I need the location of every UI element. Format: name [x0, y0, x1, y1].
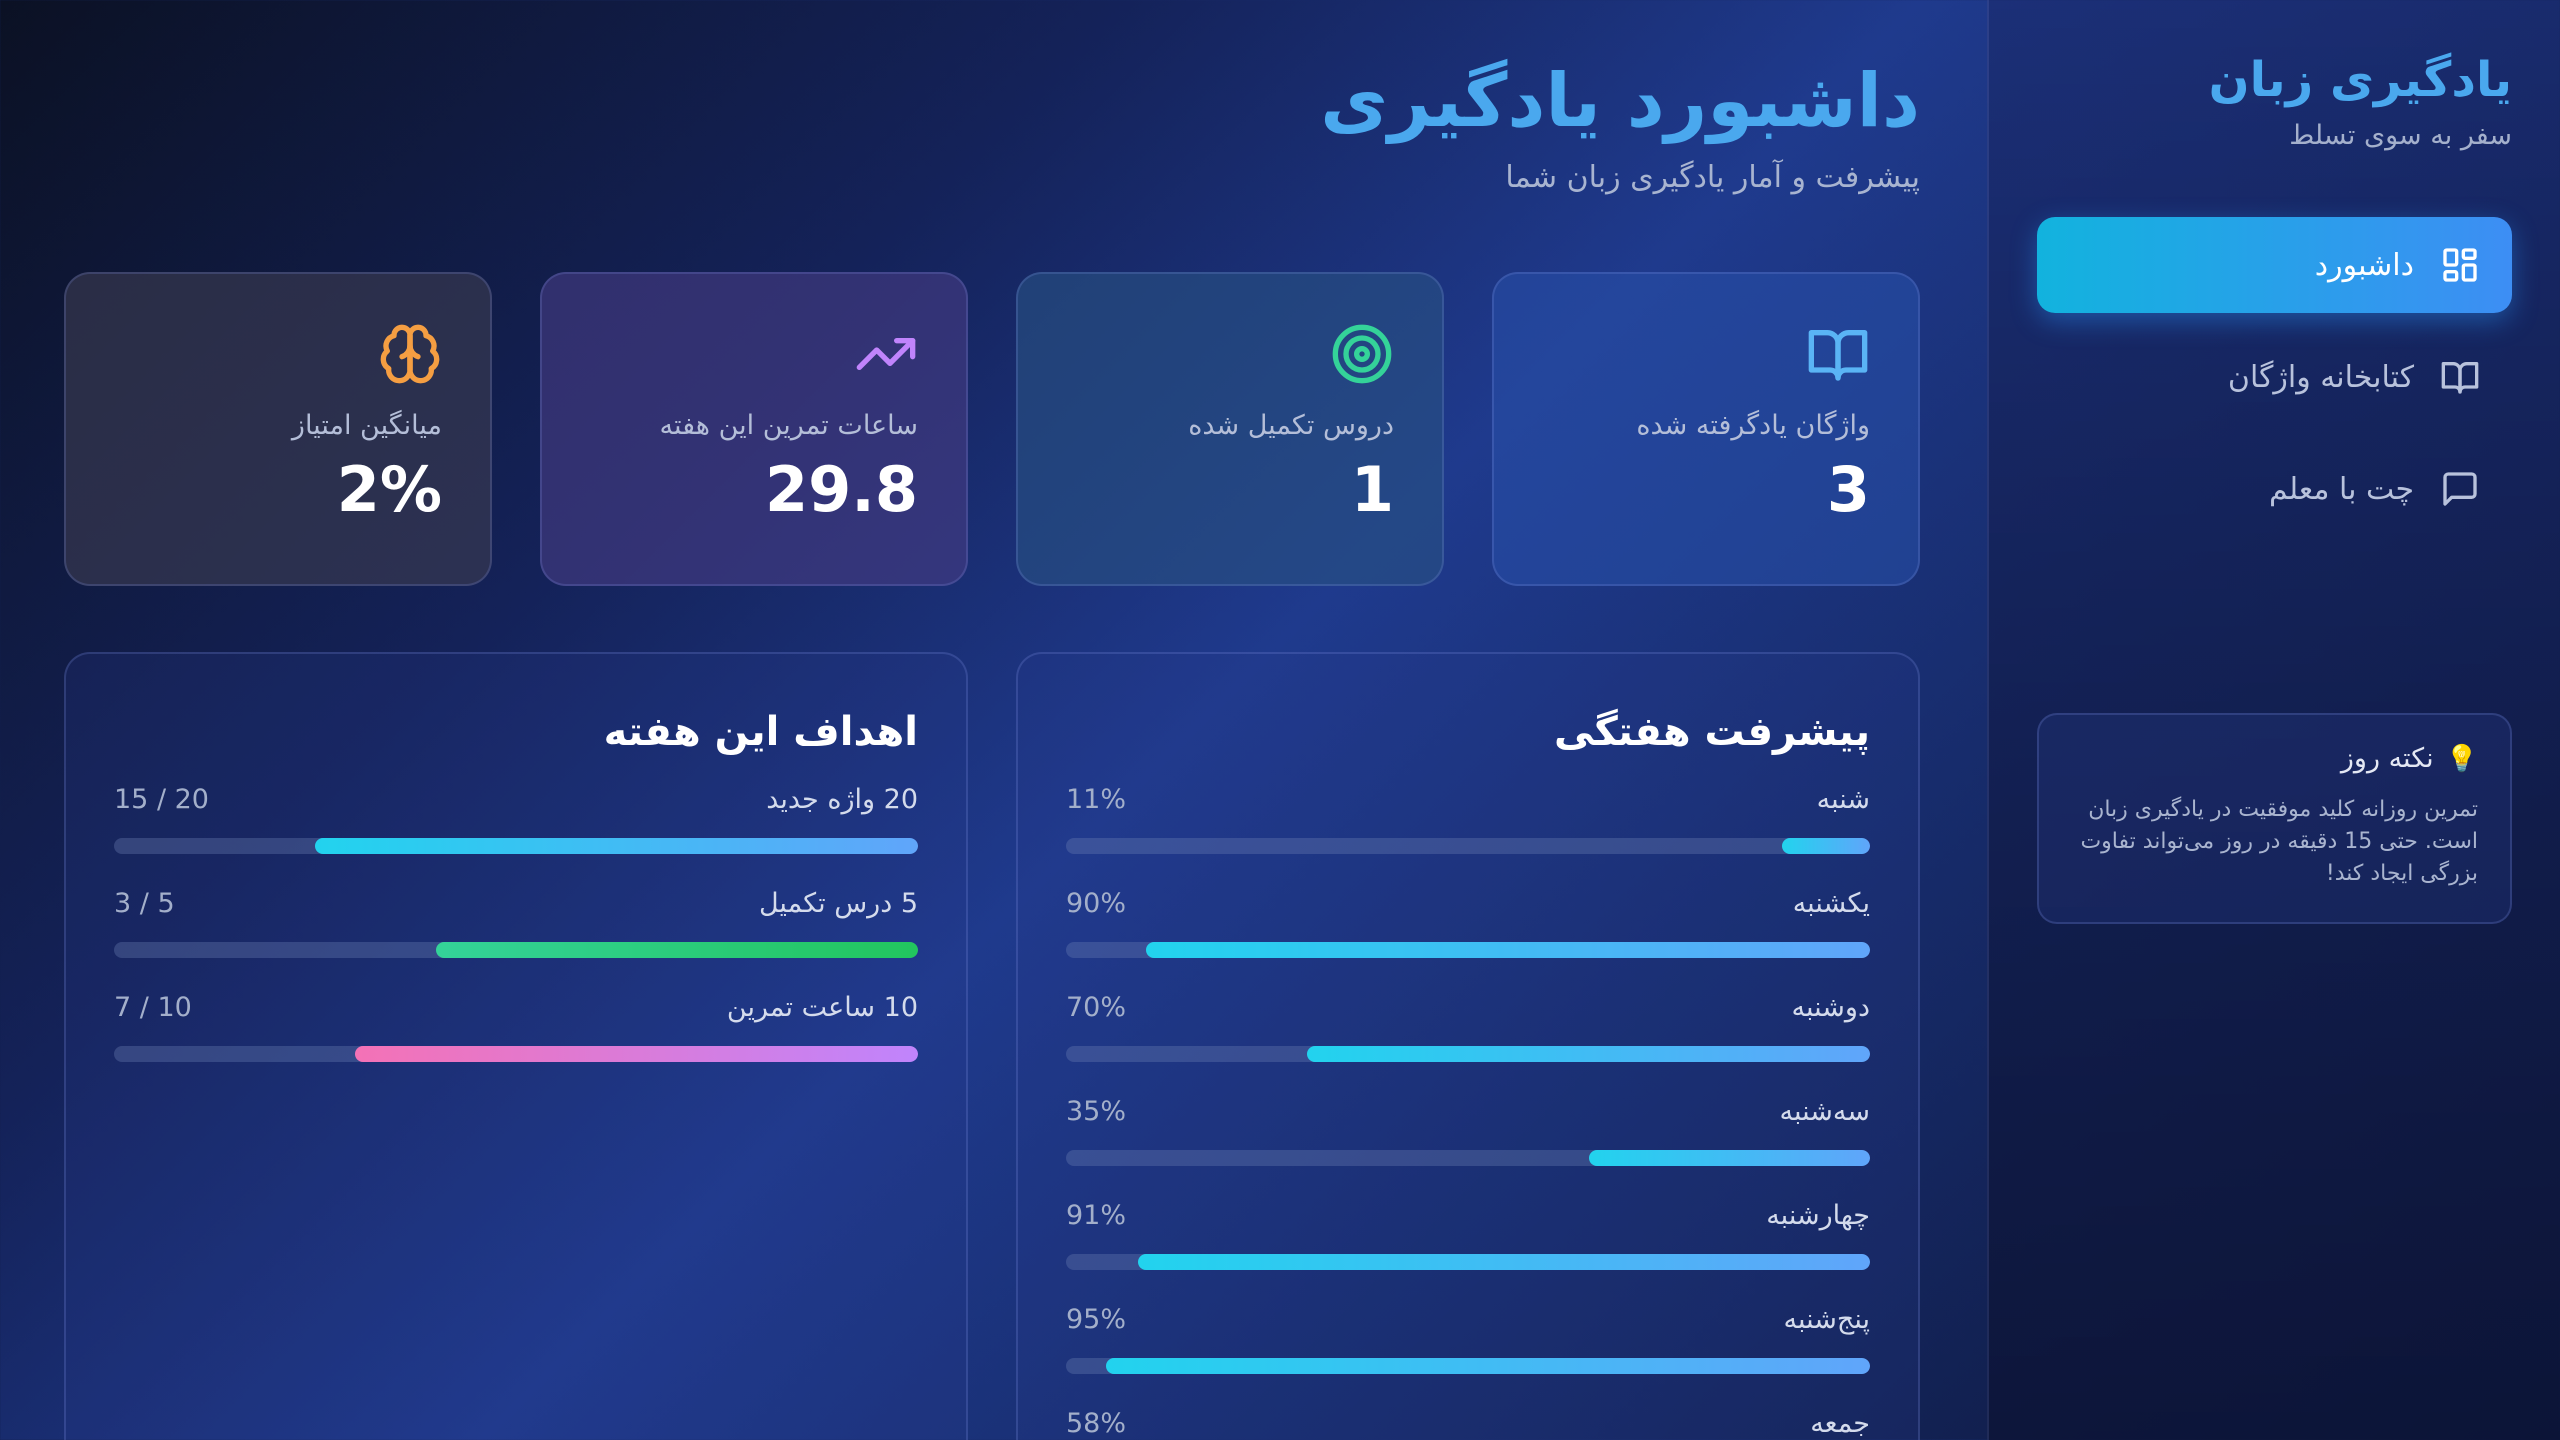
stat-card-practice-hours: ساعات تمرین این هفته 29.8 [540, 272, 968, 586]
progress-fill [1588, 1150, 1870, 1166]
day-label: سه‌شنبه [1779, 1096, 1871, 1127]
progress-track [1066, 942, 1870, 958]
goal-label: 10 ساعت تمرین [726, 992, 918, 1023]
progress-track [1066, 1254, 1870, 1270]
progress-row: جمعه 58% [1066, 1404, 1870, 1440]
progress-fill [1146, 942, 1870, 958]
percent-label: 35% [1066, 1096, 1127, 1127]
progress-fill [1106, 1358, 1870, 1374]
page-subtitle: پیشرفت و آمار یادگیری زبان شما [1505, 160, 1920, 195]
sidebar-item-label: کتابخانه واژگان [2227, 359, 2414, 395]
book-icon [1806, 322, 1870, 386]
stat-label: میانگین امتیاز [291, 410, 442, 441]
stats-row: واژگان یادگرفته شده 3 دروس تکمیل شده 1 س… [64, 272, 1920, 586]
weekly-goals-panel: اهداف این هفته 20 واژه جدید 20 / 15 5 درس… [64, 652, 968, 1440]
sidebar-item-vocabulary[interactable]: کتابخانه واژگان [2037, 329, 2512, 425]
stat-label: ساعات تمرین این هفته [659, 410, 918, 441]
day-label: جمعه [1810, 1408, 1870, 1439]
goal-track [114, 1046, 918, 1062]
goal-fill [435, 942, 918, 958]
progress-row: پنج‌شنبه 95% [1066, 1300, 1870, 1404]
goal-progress-label: 20 / 15 [114, 784, 209, 815]
dashboard-grid-icon [2440, 245, 2480, 285]
stat-value: 2% [336, 453, 442, 526]
day-label: یکشنبه [1792, 888, 1870, 919]
progress-track [1066, 1150, 1870, 1166]
percent-label: 95% [1066, 1304, 1127, 1335]
tip-title-text: نکته روز [2340, 743, 2434, 774]
brain-icon [378, 322, 442, 386]
sidebar: یادگیری زبان سفر به سوی تسلط داشبورد کتا… [1987, 0, 2560, 1440]
progress-fill [1138, 1254, 1870, 1270]
tip-title: 💡 نکته روز [2071, 743, 2478, 774]
progress-row: چهارشنبه 91% [1066, 1196, 1870, 1300]
goal-label: 20 واژه جدید [766, 784, 918, 815]
book-icon [2440, 357, 2480, 397]
progress-row: دوشنبه 70% [1066, 988, 1870, 1092]
goal-progress-label: 10 / 7 [114, 992, 192, 1023]
day-label: چهارشنبه [1766, 1200, 1870, 1231]
panel-title: پیشرفت هفتگی [1554, 709, 1870, 755]
chat-bubble-icon [2440, 469, 2480, 509]
progress-row: شنبه 11% [1066, 780, 1870, 884]
goal-row: 5 درس تکمیل 5 / 3 [114, 884, 918, 988]
percent-label: 11% [1066, 784, 1127, 815]
goal-fill [315, 838, 918, 854]
stat-value: 29.8 [765, 453, 918, 526]
tip-text: تمرین روزانه کلید موفقیت در یادگیری زبان… [2080, 797, 2478, 886]
weekly-progress-panel: پیشرفت هفتگی شنبه 11% یکشنبه 90% دوشنبه 70%… [1016, 652, 1920, 1440]
progress-row: سه‌شنبه 35% [1066, 1092, 1870, 1196]
lightbulb-icon: 💡 [2445, 743, 2478, 774]
day-label: شنبه [1816, 784, 1870, 815]
panel-title: اهداف این هفته [603, 709, 918, 755]
brand-subtitle: سفر به سوی تسلط [2289, 120, 2512, 151]
goal-progress-label: 5 / 3 [114, 888, 175, 919]
goal-row: 20 واژه جدید 20 / 15 [114, 780, 918, 884]
progress-track [1066, 1358, 1870, 1374]
progress-track [1066, 838, 1870, 854]
sidebar-item-label: چت با معلم [2268, 471, 2414, 507]
goal-row: 10 ساعت تمرین 10 / 7 [114, 988, 918, 1092]
goal-track [114, 838, 918, 854]
goal-label: 5 درس تکمیل [758, 888, 918, 919]
trending-up-icon [854, 322, 918, 386]
stat-card-lessons: دروس تکمیل شده 1 [1016, 272, 1444, 586]
sidebar-item-dashboard[interactable]: داشبورد [2037, 217, 2512, 313]
percent-label: 70% [1066, 992, 1127, 1023]
day-label: پنج‌شنبه [1783, 1304, 1870, 1335]
percent-label: 58% [1066, 1408, 1127, 1439]
progress-fill [1781, 838, 1870, 854]
day-label: دوشنبه [1791, 992, 1870, 1023]
weekly-goals-list: 20 واژه جدید 20 / 15 5 درس تکمیل 5 / 3 10 … [114, 780, 918, 1092]
goal-track [114, 942, 918, 958]
tip-of-day-card: 💡 نکته روز تمرین روزانه کلید موفقیت در ی… [2037, 713, 2512, 924]
stat-card-vocabulary: واژگان یادگرفته شده 3 [1492, 272, 1920, 586]
sidebar-nav: داشبورد کتابخانه واژگان چت با معلم [2037, 217, 2512, 537]
stat-label: واژگان یادگرفته شده [1636, 410, 1870, 441]
goal-fill [355, 1046, 918, 1062]
sidebar-item-chat[interactable]: چت با معلم [2037, 441, 2512, 537]
brand-title: یادگیری زبان [2208, 52, 2512, 108]
progress-row: یکشنبه 90% [1066, 884, 1870, 988]
stat-value: 3 [1826, 453, 1870, 526]
stat-card-average-score: میانگین امتیاز 2% [64, 272, 492, 586]
target-icon [1330, 322, 1394, 386]
stat-label: دروس تکمیل شده [1188, 410, 1394, 441]
progress-track [1066, 1046, 1870, 1062]
weekly-progress-list: شنبه 11% یکشنبه 90% دوشنبه 70% سه‌شنبه 35% چ… [1066, 780, 1870, 1440]
percent-label: 91% [1066, 1200, 1127, 1231]
page-title: داشبورد یادگیری [1320, 58, 1920, 144]
sidebar-item-label: داشبورد [2314, 247, 2414, 283]
stat-value: 1 [1350, 453, 1394, 526]
percent-label: 90% [1066, 888, 1127, 919]
progress-fill [1307, 1046, 1870, 1062]
